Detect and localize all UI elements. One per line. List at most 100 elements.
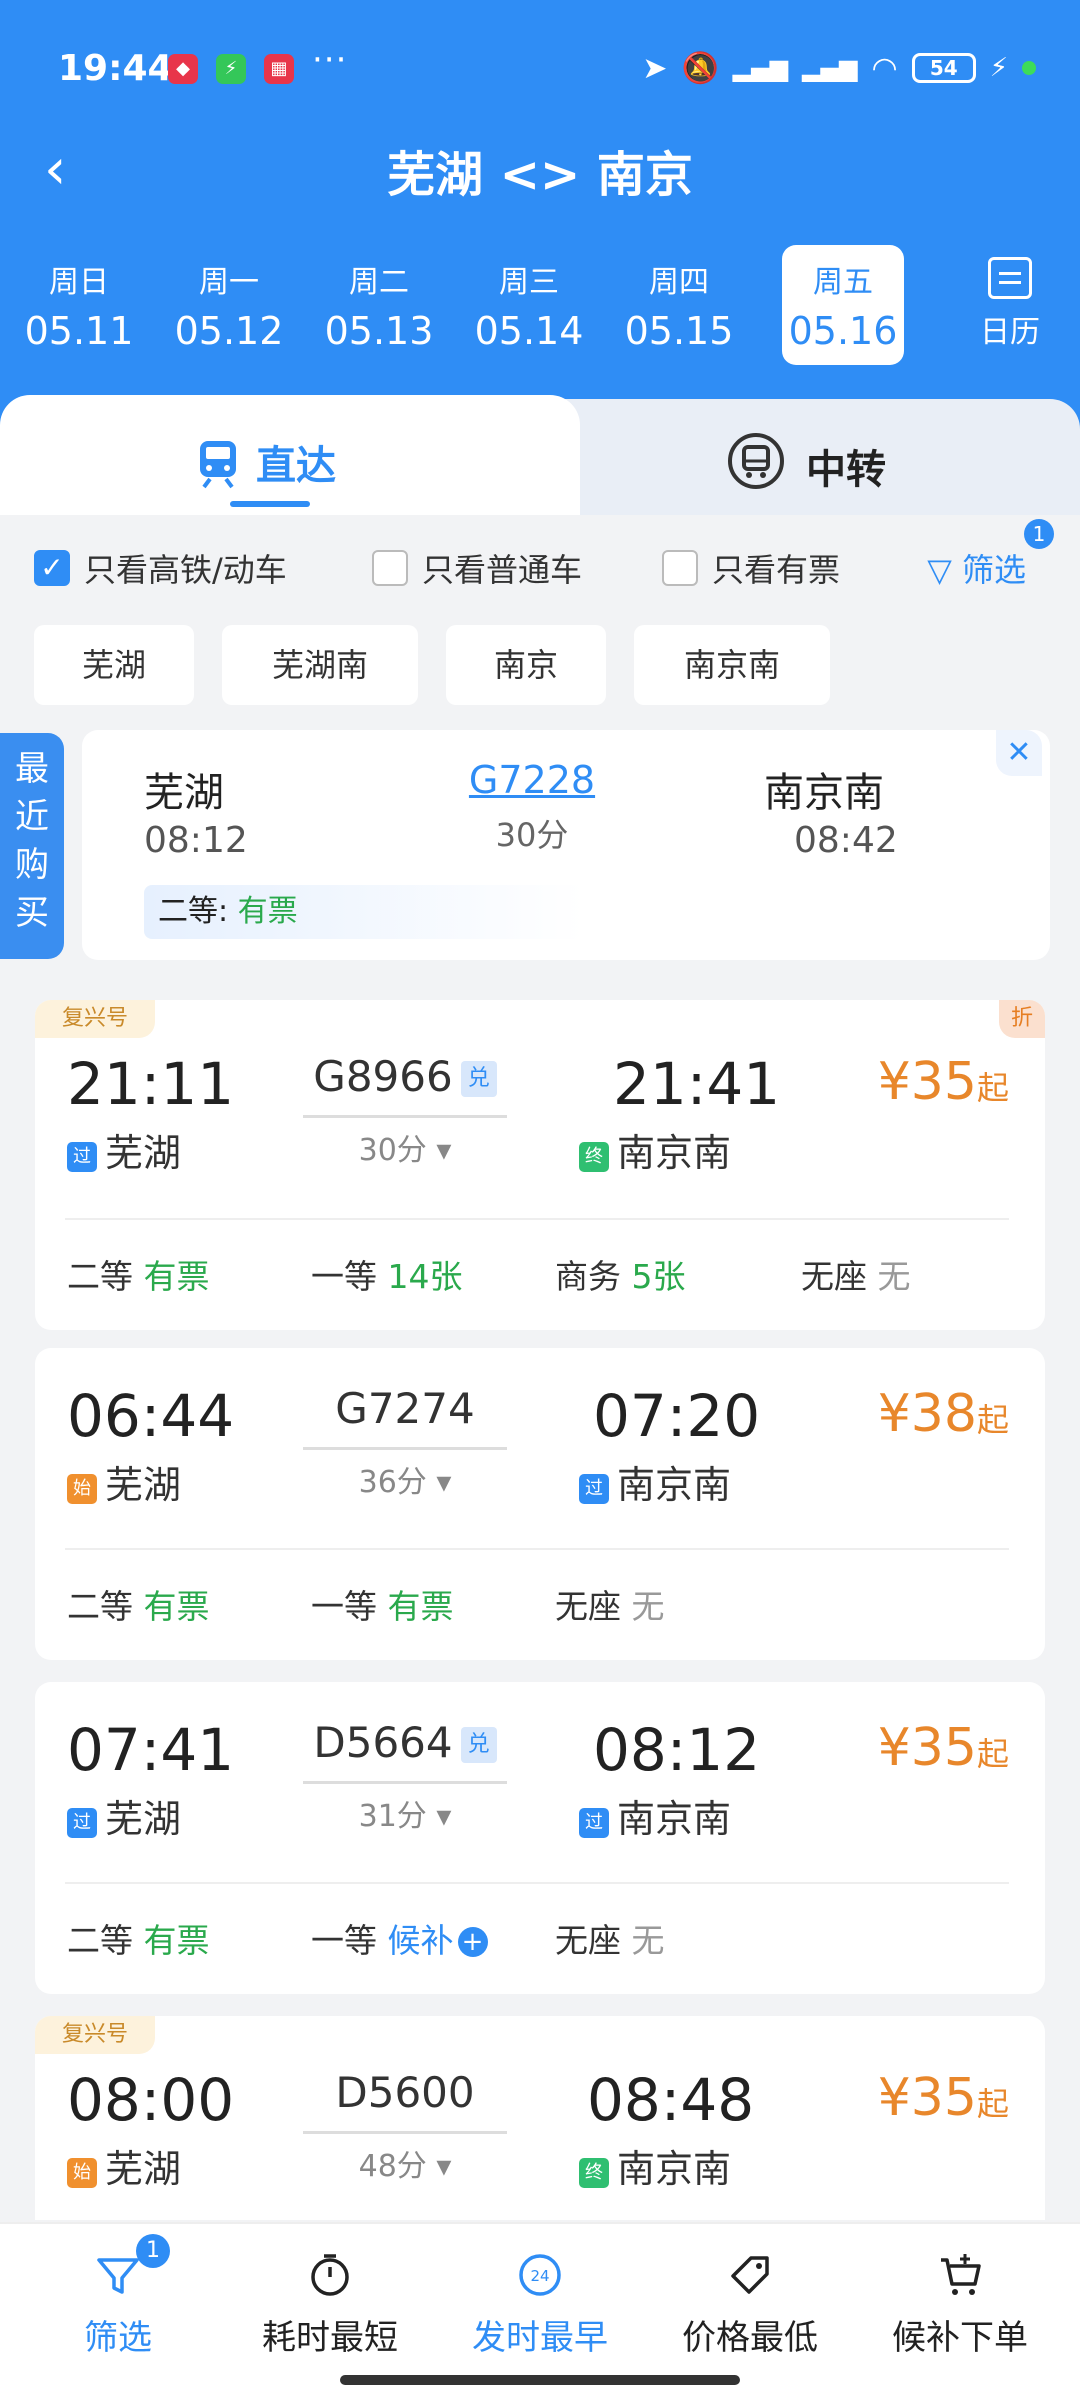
- seat-name: 一等: [311, 1587, 377, 1626]
- tab-direct[interactable]: 直达: [0, 395, 580, 515]
- date-label: 05.13: [324, 309, 434, 353]
- duration-toggle[interactable]: 36分 ▾: [305, 1457, 505, 1501]
- price: ¥38起: [878, 1384, 1009, 1444]
- divider: [65, 1218, 1009, 1220]
- seat-business: 商务 5张: [555, 1250, 686, 1298]
- seat-standing: 无座 无: [801, 1250, 911, 1298]
- exchange-badge: 兑: [460, 1727, 497, 1763]
- seat-second-class: 二等 有票: [67, 1250, 210, 1298]
- bottom-earliest-button[interactable]: 24 发时最早: [432, 2224, 648, 2384]
- page-title: 芜湖 <> 南京: [387, 147, 693, 203]
- tab-transfer-label: 中转: [806, 447, 886, 493]
- discount-badge: 折: [999, 1000, 1045, 1038]
- train-number-text: D5664: [313, 1718, 453, 1767]
- bottom-label: 价格最低: [682, 2318, 818, 2358]
- add-waitlist-icon[interactable]: +: [457, 1927, 488, 1957]
- filter-icon: [97, 2258, 139, 2294]
- checkbox-high-speed[interactable]: ✓ 只看高铁/动车: [34, 545, 287, 591]
- seat-second-class: 二等 有票: [67, 1914, 210, 1962]
- recent-purchase-tab[interactable]: 最近购买: [0, 733, 64, 959]
- screen-count-badge: 1: [1024, 519, 1054, 549]
- duration-toggle[interactable]: 30分 ▾: [305, 1125, 505, 1169]
- price-value: ¥35: [877, 2068, 977, 2128]
- cart-icon: [941, 2254, 981, 2295]
- seat-name: 二等: [67, 1587, 133, 1626]
- recent-purchase-card[interactable]: 芜湖 08:12 G7228 30分 南京南 08:42 二等: 有票 ✕: [82, 730, 1050, 960]
- bottom-shortest-button[interactable]: 耗时最短: [222, 2224, 438, 2384]
- seat-availability: 5张: [631, 1257, 686, 1296]
- close-icon[interactable]: ✕: [996, 730, 1042, 776]
- price: ¥35起: [878, 1718, 1009, 1778]
- train-number: D5664 兑: [305, 1718, 505, 1767]
- more-notifications-icon: ···: [312, 40, 348, 80]
- charging-icon: ⚡: [989, 53, 1008, 83]
- seat-first-class-waitlist[interactable]: 一等 候补 +: [311, 1914, 488, 1962]
- checkbox-normal-train[interactable]: 只看普通车: [372, 545, 582, 591]
- status-time: 19:44: [58, 48, 173, 89]
- svg-text:24: 24: [530, 2267, 549, 2285]
- price: ¥35起: [878, 1052, 1009, 1112]
- train-card[interactable]: 06:44 G7274 36分 ▾ 07:20 ¥38起 始芜湖 过南京南 二等…: [35, 1348, 1045, 1660]
- train-card[interactable]: 07:41 D5664 兑 31分 ▾ 08:12 ¥35起 过芜湖 过南京南 二…: [35, 1682, 1045, 1994]
- recent-train-number[interactable]: G7228: [457, 758, 607, 802]
- filter-badge: 1: [136, 2234, 170, 2268]
- divider: [65, 1882, 1009, 1884]
- departure-station: 过芜湖: [67, 1122, 181, 1177]
- wifi-icon: ◠: [871, 50, 898, 86]
- fuxing-badge: 复兴号: [35, 1000, 155, 1038]
- weekday-label: 周三: [499, 265, 559, 300]
- arrival-time: 08:48: [587, 2066, 755, 2134]
- departure-station: 始芜湖: [67, 1454, 181, 1509]
- duration-toggle[interactable]: 48分 ▾: [305, 2141, 505, 2185]
- recent-to: 南京南: [764, 770, 884, 816]
- recent-to-time: 08:42: [794, 820, 898, 861]
- recent-seat-class: 二等:: [158, 894, 229, 929]
- signal2-icon: ▂▄▆: [802, 54, 858, 82]
- station-name: 南京南: [617, 1131, 732, 1175]
- pass-tag: 过: [67, 1142, 97, 1172]
- calendar-button[interactable]: 日历: [960, 245, 1060, 365]
- bottom-filter-button[interactable]: 1 筛选: [10, 2224, 226, 2384]
- seat-name: 无座: [555, 1921, 621, 1960]
- bottom-cheapest-button[interactable]: 价格最低: [642, 2224, 858, 2384]
- screen-filter-button[interactable]: ▽ 筛选 1: [927, 519, 1054, 591]
- station-chip[interactable]: 南京: [446, 625, 606, 705]
- station-chip[interactable]: 芜湖: [34, 625, 194, 705]
- seat-name: 无座: [555, 1587, 621, 1626]
- bottom-label: 候补下单: [892, 2318, 1028, 2358]
- app-notification-icon: ◆: [168, 54, 198, 84]
- status-right: ➤ 🔕 ▂▄▆ ▂▄▆ ◠ 54 ⚡: [642, 48, 1036, 88]
- day-0511[interactable]: 周日 05.11: [18, 245, 140, 365]
- bottom-waitlist-button[interactable]: 候补下单: [852, 2224, 1068, 2384]
- clock-24-icon: 24: [519, 2254, 561, 2296]
- tab-transfer[interactable]: 中转: [540, 399, 1080, 515]
- price: ¥35起: [878, 2068, 1009, 2128]
- day-0514[interactable]: 周三 05.14: [468, 245, 590, 365]
- checkbox-available[interactable]: 只看有票: [662, 545, 840, 591]
- duration-toggle[interactable]: 31分 ▾: [305, 1791, 505, 1835]
- checkbox-empty-icon: [372, 550, 408, 586]
- departure-time: 08:00: [67, 2066, 235, 2134]
- divider: [65, 1548, 1009, 1550]
- station-chip[interactable]: 南京南: [634, 625, 830, 705]
- day-0515[interactable]: 周四 05.15: [618, 245, 740, 365]
- timer-icon: [311, 2254, 349, 2296]
- train-card[interactable]: 复兴号 折 21:11 G8966 兑 30分 ▾ 21:41 ¥35起 过芜湖 …: [35, 1000, 1045, 1330]
- signal-icon: ▂▄▆: [732, 54, 789, 82]
- day-0513[interactable]: 周二 05.13: [318, 245, 440, 365]
- home-indicator[interactable]: [340, 2375, 740, 2385]
- price-value: ¥35: [877, 1718, 977, 1778]
- train-card[interactable]: 复兴号 08:00 D5600 48分 ▾ 08:48 ¥35起 始芜湖 终南京…: [35, 2016, 1045, 2220]
- seat-availability: 无: [631, 1587, 665, 1626]
- station-chip[interactable]: 芜湖南: [222, 625, 418, 705]
- charging-app-icon: ⚡: [216, 54, 246, 84]
- day-0512[interactable]: 周一 05.12: [168, 245, 290, 365]
- bottom-label: 发时最早: [472, 2318, 608, 2358]
- price-tag-icon: [731, 2256, 769, 2294]
- price-value: ¥38: [877, 1384, 977, 1444]
- day-0516-selected[interactable]: 周五 05.16: [782, 245, 904, 365]
- train-number-text: G8966: [313, 1052, 453, 1101]
- arrival-station: 过南京南: [579, 1454, 731, 1509]
- status-bar: 19:44 ◆ ⚡ ▦ ··· ➤ 🔕 ▂▄▆ ▂▄▆ ◠ 54 ⚡: [0, 0, 1080, 140]
- header: 19:44 ◆ ⚡ ▦ ··· ➤ 🔕 ▂▄▆ ▂▄▆ ◠ 54 ⚡ ‹ 芜湖 …: [0, 0, 1080, 440]
